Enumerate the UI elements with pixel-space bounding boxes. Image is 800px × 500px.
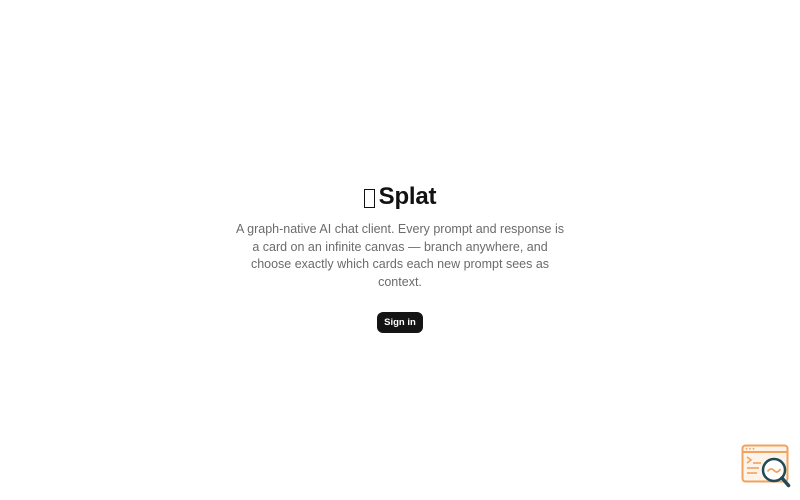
landing-page: Splat A graph-native AI chat client. Eve… — [0, 0, 800, 500]
box-glyph-icon — [363, 189, 375, 208]
sign-in-button[interactable]: Sign in — [377, 312, 423, 333]
hero-section: Splat A graph-native AI chat client. Eve… — [0, 182, 800, 333]
window-search-icon-graphic — [741, 444, 791, 488]
window-search-icon[interactable] — [741, 444, 791, 488]
app-title: Splat — [378, 183, 437, 210]
brand-header: Splat — [363, 182, 437, 212]
tagline-text: A graph-native AI chat client. Every pro… — [236, 222, 564, 289]
